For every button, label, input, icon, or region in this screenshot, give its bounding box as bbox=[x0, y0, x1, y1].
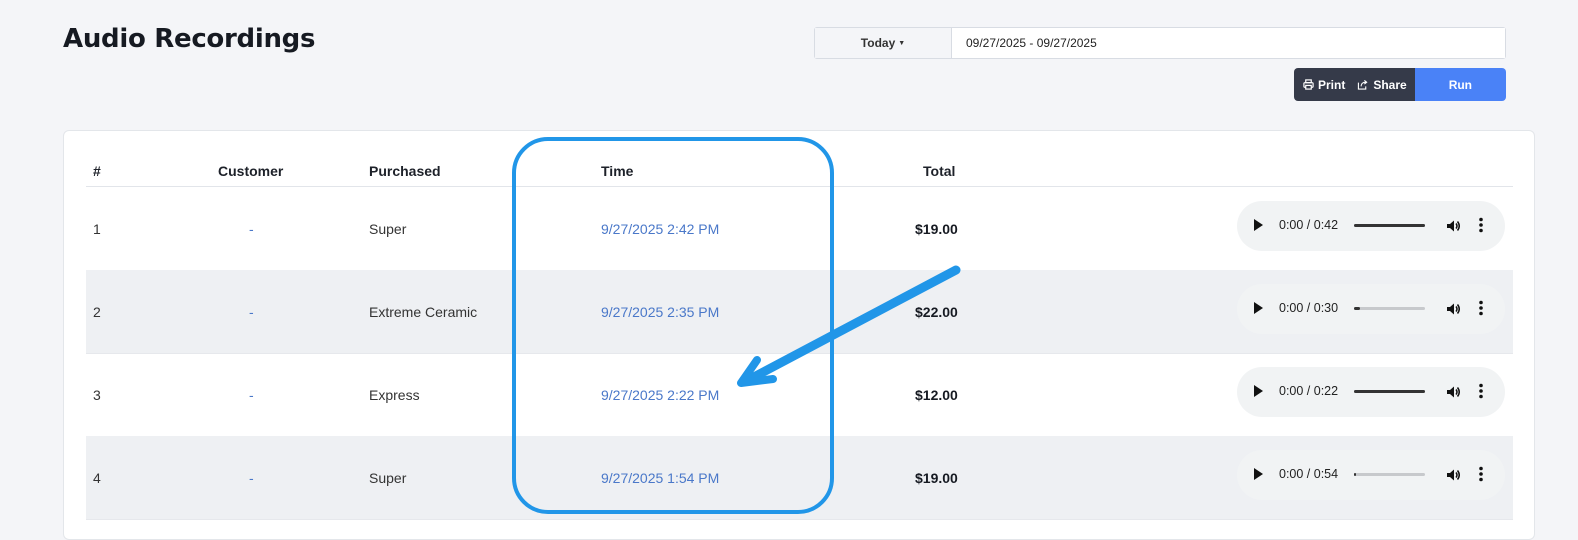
total-amount: $19.00 bbox=[915, 470, 958, 486]
row-number: 2 bbox=[93, 304, 101, 320]
total-amount: $22.00 bbox=[915, 304, 958, 320]
total-amount: $19.00 bbox=[915, 221, 958, 237]
table-header: # Customer Purchased Time Total bbox=[86, 131, 1513, 187]
header-num: # bbox=[93, 163, 101, 179]
table-row: 1 - Super 9/27/2025 2:42 PM $19.00 0:00 … bbox=[86, 187, 1513, 271]
print-button[interactable]: Print bbox=[1294, 68, 1352, 101]
share-button[interactable]: Share bbox=[1351, 68, 1415, 101]
volume-icon[interactable] bbox=[1445, 467, 1461, 483]
audio-progress-slider[interactable] bbox=[1354, 224, 1425, 227]
audio-time: 0:00 / 0:42 bbox=[1279, 218, 1339, 232]
customer-link[interactable]: - bbox=[249, 221, 254, 237]
purchased-item: Super bbox=[369, 221, 407, 237]
table-row: 3 - Express 9/27/2025 2:22 PM $12.00 0:0… bbox=[86, 353, 1513, 437]
date-filter: Today ▼ bbox=[814, 27, 1506, 59]
time-link[interactable]: 9/27/2025 2:35 PM bbox=[601, 304, 719, 320]
more-options-icon[interactable] bbox=[1479, 300, 1483, 316]
audio-progress-slider[interactable] bbox=[1354, 390, 1425, 393]
audio-player: 0:00 / 0:30 bbox=[1237, 284, 1505, 334]
volume-icon[interactable] bbox=[1445, 384, 1461, 400]
table-row: 4 - Super 9/27/2025 1:54 PM $19.00 0:00 … bbox=[86, 436, 1513, 520]
recordings-table-panel: # Customer Purchased Time Total 1 - Supe… bbox=[63, 130, 1535, 540]
audio-progress-slider[interactable] bbox=[1354, 473, 1425, 476]
share-icon bbox=[1358, 79, 1368, 90]
audio-player: 0:00 / 0:54 bbox=[1237, 450, 1505, 500]
print-label: Print bbox=[1318, 77, 1346, 92]
audio-progress-fill bbox=[1354, 307, 1360, 310]
header-customer: Customer bbox=[218, 163, 284, 179]
time-link[interactable]: 9/27/2025 1:54 PM bbox=[601, 470, 719, 486]
audio-player: 0:00 / 0:42 bbox=[1237, 201, 1505, 251]
audio-time: 0:00 / 0:22 bbox=[1279, 384, 1339, 398]
play-icon[interactable] bbox=[1254, 302, 1263, 314]
play-icon[interactable] bbox=[1254, 219, 1263, 231]
audio-time: 0:00 / 0:54 bbox=[1279, 467, 1339, 481]
share-label: Share bbox=[1373, 77, 1407, 92]
header-time: Time bbox=[601, 163, 634, 179]
table-row: 2 - Extreme Ceramic 9/27/2025 2:35 PM $2… bbox=[86, 270, 1513, 354]
caret-down-icon: ▼ bbox=[898, 39, 906, 47]
time-link[interactable]: 9/27/2025 2:22 PM bbox=[601, 387, 719, 403]
more-options-icon[interactable] bbox=[1479, 217, 1483, 233]
play-icon[interactable] bbox=[1254, 468, 1263, 480]
customer-link[interactable]: - bbox=[249, 304, 254, 320]
range-dropdown[interactable]: Today ▼ bbox=[815, 28, 952, 58]
audio-progress-fill bbox=[1354, 224, 1425, 227]
play-icon[interactable] bbox=[1254, 385, 1263, 397]
total-amount: $12.00 bbox=[915, 387, 958, 403]
row-number: 1 bbox=[93, 221, 101, 237]
time-link[interactable]: 9/27/2025 2:42 PM bbox=[601, 221, 719, 237]
date-range-input[interactable] bbox=[952, 28, 1505, 58]
header-purchased: Purchased bbox=[369, 163, 441, 179]
purchased-item: Extreme Ceramic bbox=[369, 304, 478, 320]
customer-link[interactable]: - bbox=[249, 470, 254, 486]
audio-progress-fill bbox=[1354, 473, 1357, 476]
page-title: Audio Recordings bbox=[63, 24, 316, 54]
row-number: 3 bbox=[93, 387, 101, 403]
audio-time: 0:00 / 0:30 bbox=[1279, 301, 1339, 315]
header-total: Total bbox=[923, 163, 956, 179]
run-button[interactable]: Run bbox=[1414, 68, 1506, 101]
audio-player: 0:00 / 0:22 bbox=[1237, 367, 1505, 417]
audio-progress-slider[interactable] bbox=[1354, 307, 1425, 310]
audio-progress-fill bbox=[1354, 390, 1425, 393]
volume-icon[interactable] bbox=[1445, 301, 1461, 317]
action-buttons: Print Share Run bbox=[1294, 68, 1506, 101]
more-options-icon[interactable] bbox=[1479, 383, 1483, 399]
row-number: 4 bbox=[93, 470, 101, 486]
range-label: Today bbox=[860, 36, 896, 50]
more-options-icon[interactable] bbox=[1479, 466, 1483, 482]
purchased-item: Express bbox=[369, 387, 420, 403]
purchased-item: Super bbox=[369, 470, 407, 486]
customer-link[interactable]: - bbox=[249, 387, 254, 403]
printer-icon bbox=[1303, 79, 1314, 90]
volume-icon[interactable] bbox=[1445, 218, 1461, 234]
